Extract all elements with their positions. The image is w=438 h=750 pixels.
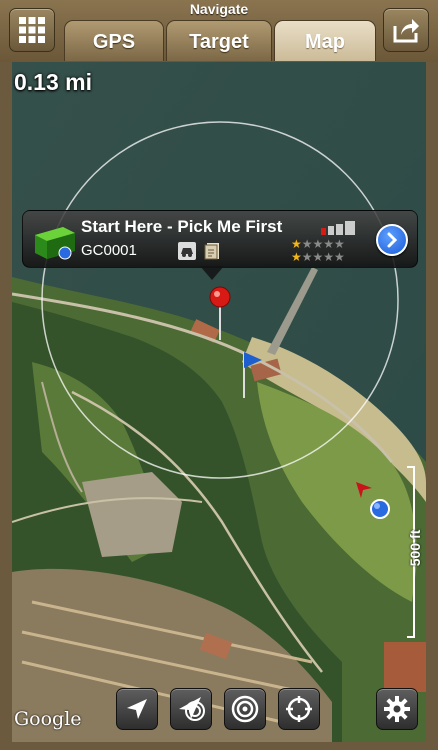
cache-code: GC0001 [81, 242, 137, 259]
distance-readout: 0.13 mi [14, 69, 92, 95]
settings-gear-icon [384, 696, 410, 722]
navigate-screen: Navigate GPS Target Map 0.13 mi Start He… [0, 0, 438, 750]
satellite-map[interactable]: 0.13 mi Start Here - Pick Me First GC000… [12, 62, 426, 742]
car-icon [178, 242, 196, 260]
navigation-arrow-icon [127, 699, 147, 719]
crosshair-icon [286, 696, 312, 722]
tab-map[interactable]: Map [274, 20, 376, 61]
share-button[interactable] [383, 8, 429, 52]
satellite-imagery [12, 62, 426, 742]
cache-name: Start Here - Pick Me First [81, 217, 283, 236]
cache-container-icon [35, 227, 75, 260]
scale-label: 500 ft [407, 529, 423, 567]
google-attribution: Google [14, 708, 82, 730]
navigate-title: Navigate [189, 1, 249, 17]
compass-follow-icon [179, 697, 205, 721]
chevron-right-icon [387, 232, 398, 248]
crosshair-button[interactable] [278, 688, 320, 730]
user-heading-arrow-icon [356, 482, 372, 498]
tab-target[interactable]: Target [166, 20, 272, 61]
user-location-dot [370, 499, 390, 519]
terrain-stars: ★★★★★ [291, 250, 345, 264]
difficulty-terrain-rating: ★★★★★ ★★★★★ [291, 238, 345, 264]
settings-button[interactable] [376, 688, 418, 730]
target-rings-button[interactable] [224, 688, 266, 730]
navigation-button[interactable] [116, 688, 158, 730]
cache-size-indicator [321, 221, 355, 235]
callout-pointer [200, 266, 224, 280]
compass-follow-button[interactable] [170, 688, 212, 730]
tab-gps[interactable]: GPS [64, 20, 164, 61]
target-rings-icon [231, 695, 259, 723]
cache-location-pin[interactable] [209, 286, 231, 342]
disclosure-button[interactable] [376, 224, 408, 256]
header-bar: Navigate GPS Target Map [0, 0, 438, 64]
document-icon [204, 243, 219, 260]
cache-callout[interactable]: Start Here - Pick Me First GC0001 ★★★★★ [22, 210, 418, 268]
grid-menu-button[interactable] [9, 8, 55, 52]
share-export-icon [393, 19, 419, 43]
waypoint-flag-icon[interactable] [240, 350, 264, 400]
grid-menu-icon [19, 17, 45, 43]
